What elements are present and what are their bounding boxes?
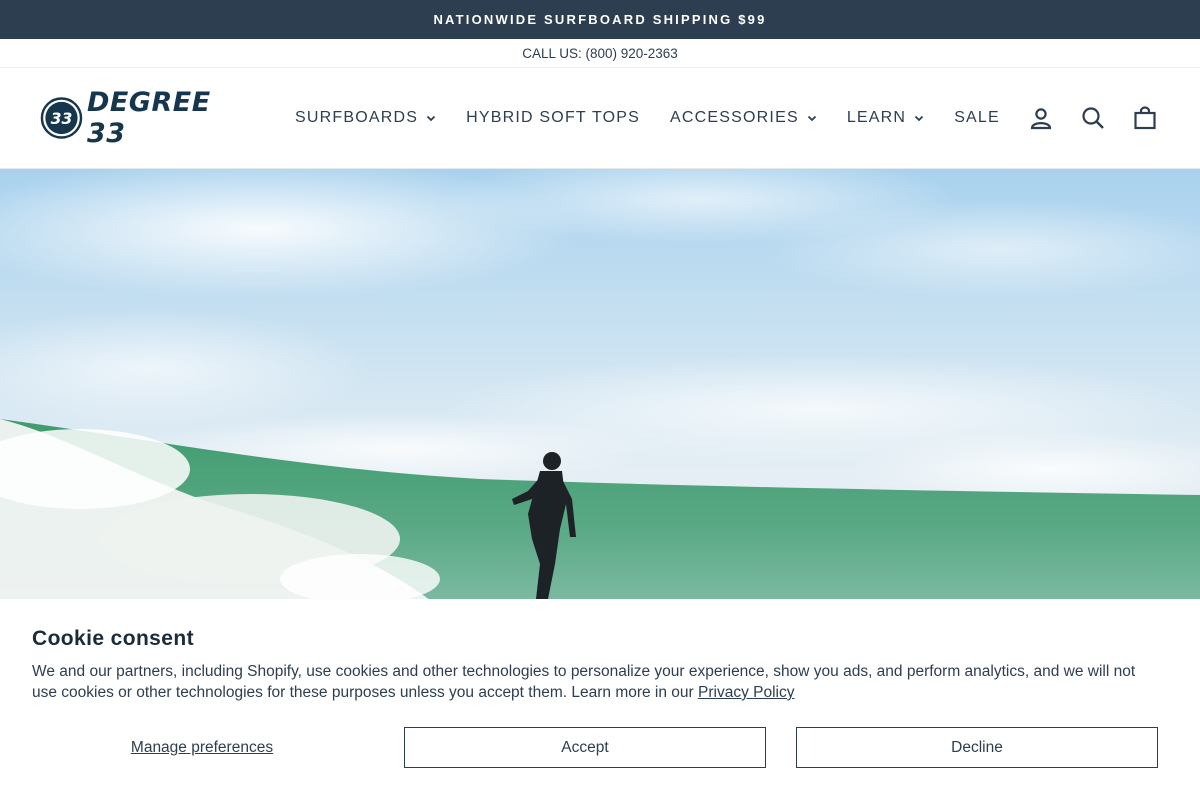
cart-button[interactable] — [1130, 103, 1160, 133]
manage-preferences-button[interactable]: Manage preferences — [32, 727, 372, 768]
announcement-text: NATIONWIDE SURFBOARD SHIPPING $99 — [433, 12, 767, 27]
nav-label: ACCESSORIES — [670, 109, 799, 126]
nav-item-accessories[interactable]: ACCESSORIES — [655, 98, 832, 138]
call-us-bar: CALL US: (800) 920-2363 — [0, 39, 1200, 68]
header-icons — [1026, 103, 1160, 133]
announcement-bar: NATIONWIDE SURFBOARD SHIPPING $99 — [0, 0, 1200, 39]
logo[interactable]: 33 DEGREE 33 — [40, 87, 255, 149]
chevron-down-icon — [426, 115, 436, 122]
nav-item-sale[interactable]: SALE — [939, 98, 1015, 138]
cookie-consent-banner: Cookie consent We and our partners, incl… — [0, 599, 1200, 800]
decline-button[interactable]: Decline — [796, 727, 1158, 768]
accept-button[interactable]: Accept — [404, 727, 766, 768]
cookie-actions: Manage preferences Accept Decline — [32, 727, 1158, 768]
cookie-body: We and our partners, including Shopify, … — [32, 661, 1162, 703]
cookie-title: Cookie consent — [32, 627, 194, 650]
logo-badge-icon: 33 — [40, 97, 83, 139]
privacy-policy-link[interactable]: Privacy Policy — [698, 684, 794, 701]
site-header: 33 DEGREE 33 SURFBOARDS HYBRID SOFT TOPS… — [0, 68, 1200, 169]
nav-label: LEARN — [846, 109, 907, 126]
logo-badge-text: 33 — [51, 110, 73, 128]
search-button[interactable] — [1078, 103, 1108, 133]
account-button[interactable] — [1026, 103, 1056, 133]
nav-label: HYBRID SOFT TOPS — [466, 109, 641, 126]
nav-item-learn[interactable]: LEARN — [832, 98, 939, 138]
cart-icon — [1134, 106, 1156, 130]
chevron-down-icon — [807, 115, 816, 122]
main-nav: SURFBOARDS HYBRID SOFT TOPS ACCESSORIES … — [280, 98, 1015, 138]
hero-image — [0, 169, 1200, 600]
nav-item-hybrid-soft-tops[interactable]: HYBRID SOFT TOPS — [451, 98, 655, 138]
search-icon — [1082, 107, 1104, 129]
surfer-wave-illustration — [0, 169, 1200, 600]
nav-item-surfboards[interactable]: SURFBOARDS — [280, 98, 451, 138]
call-us-text[interactable]: CALL US: (800) 920-2363 — [522, 46, 678, 61]
chevron-down-icon — [915, 115, 924, 122]
logo-text: DEGREE 33 — [86, 87, 211, 149]
nav-label: SURFBOARDS — [295, 109, 419, 126]
cookie-body-text: We and our partners, including Shopify, … — [32, 663, 1136, 701]
nav-label: SALE — [954, 109, 1000, 126]
account-icon — [1030, 108, 1052, 130]
